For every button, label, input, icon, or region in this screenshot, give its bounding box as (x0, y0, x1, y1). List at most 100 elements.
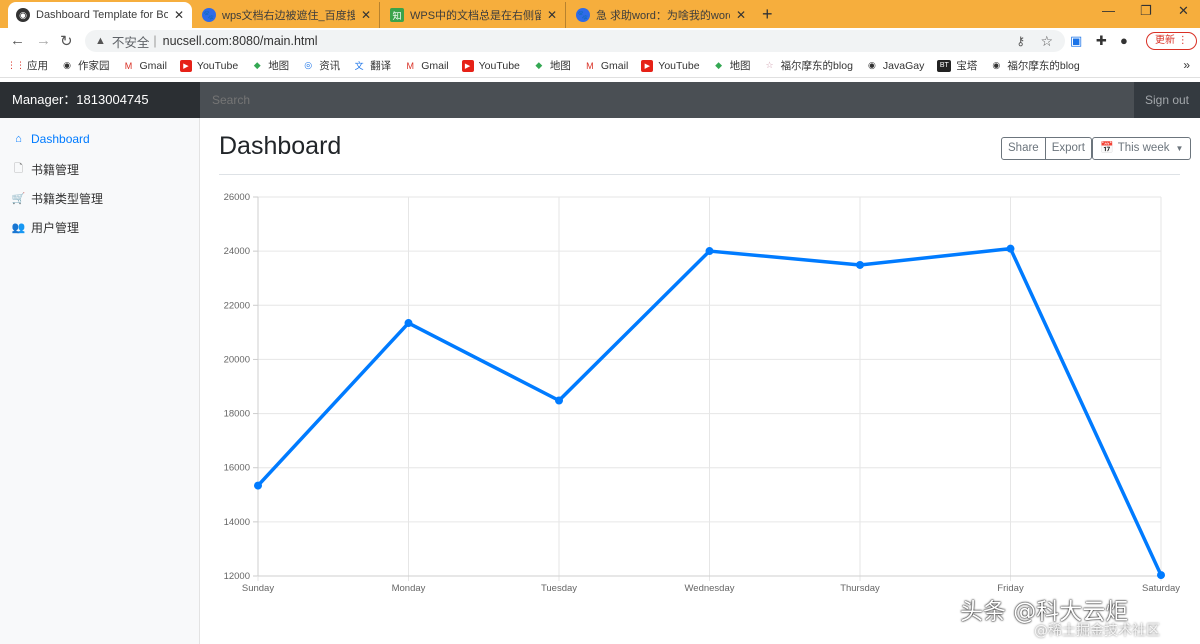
bookmark-item[interactable]: ◆ 地图 (251, 58, 289, 73)
close-window-icon[interactable]: ✕ (1178, 3, 1189, 19)
update-button[interactable]: 更新 ⋮ (1146, 32, 1197, 50)
bookmark-item[interactable]: ▶ YouTube (641, 59, 700, 72)
brand[interactable]: Manager：1813004745 (0, 82, 200, 118)
browser-tab-strip: ◉ Dashboard Template for Boot ✕ 🐾 wps文档右… (0, 0, 1200, 28)
new-tab-button[interactable]: + (762, 4, 773, 25)
bookmarks-more-button[interactable]: » (1183, 58, 1190, 72)
bookmark-item[interactable]: ◆ 地图 (533, 58, 570, 73)
bookmark-label: 应用 (27, 60, 48, 72)
restore-icon[interactable]: ❐ (1140, 3, 1152, 19)
sidebar-item-books[interactable]: 🗋 书籍管理 (12, 161, 79, 178)
data-point (856, 260, 864, 269)
sidebar-item-label: 用户管理 (31, 221, 80, 235)
divider (219, 174, 1180, 175)
tab-word-help[interactable]: 🐾 急 求助word：为啥我的word打 ✕ (568, 2, 754, 28)
bookmark-item[interactable]: 文翻译 (353, 58, 392, 73)
globe-icon: ◉ (16, 8, 30, 22)
bookmarks-bar: ⋮⋮ 应用 ◉ 作家园 M Gmail ▶ YouTube ◆ 地图 ◎ 资讯文翻译 M Gmail ▶ Yo… (0, 54, 1200, 78)
youtube-icon: ▶ (641, 59, 654, 72)
app-navbar: Manager：1813004745 Sign out (0, 82, 1200, 118)
star-icon[interactable]: ☆ (1040, 33, 1053, 50)
profile-icon[interactable]: ● (1120, 33, 1128, 48)
y-tick-label: 24000 (224, 246, 250, 257)
bookmark-label: Gmail (600, 59, 629, 72)
bookmark-item[interactable]: ⋮⋮ 应用 (7, 58, 48, 73)
line-chart: 12000 14000 16000 18000 20000 22000 24000 26000… (200, 188, 1200, 644)
bookmark-item[interactable]: M Gmail (404, 60, 448, 72)
close-icon[interactable]: ✕ (547, 8, 557, 22)
tab-title: wps文档右边被遮住_百度搜索 (222, 10, 355, 22)
tab-dashboard[interactable]: ◉ Dashboard Template for Boot ✕ (8, 2, 192, 28)
bookmark-item[interactable]: ◎ 资讯 (302, 58, 340, 73)
apps-grid-icon: ⋮⋮ (7, 60, 25, 70)
warning-icon: ▲ (95, 35, 106, 47)
tab-title: Dashboard Template for Boot (36, 9, 168, 21)
sidebar-item-users[interactable]: 👥 用户管理 (12, 219, 79, 236)
translate-icon: 文 (354, 61, 364, 71)
reload-icon[interactable]: ↻ (60, 32, 73, 50)
gmail-icon: M (586, 60, 594, 71)
blog-icon: ☆ (765, 60, 774, 70)
x-tick-label: Tuesday (541, 583, 577, 594)
url-text[interactable]: nucsell.com:8080/main.html (163, 34, 318, 48)
search-input[interactable] (200, 82, 1134, 118)
forward-arrow-icon[interactable]: → (36, 32, 51, 49)
bookmark-item[interactable]: M Gmail (584, 60, 628, 72)
close-icon[interactable]: ✕ (361, 8, 371, 22)
watermark-subtext: @稀土掘金技术社区 (1034, 623, 1160, 639)
sign-out-link[interactable]: Sign out (1134, 82, 1200, 118)
bookmark-label: 福尔摩东的blog (780, 60, 853, 72)
extension-icon[interactable]: ▣ (1070, 33, 1082, 49)
calendar-icon: 📅 (1100, 142, 1114, 154)
divider: | (153, 34, 157, 48)
update-label: 更新 (1155, 35, 1175, 46)
date-range-dropdown[interactable]: 📅 This week ▼ (1092, 137, 1192, 160)
bookmark-item[interactable]: ☆ 福尔摩东的blog (764, 58, 853, 73)
bookmark-item[interactable]: ◆ 地图 (713, 58, 750, 73)
bookmark-item[interactable]: ◉ 福尔摩东的blog (990, 58, 1079, 73)
x-tick-label: Saturday (1142, 583, 1180, 594)
zhidao-icon: 知 (390, 8, 404, 22)
x-tick-label: Wednesday (685, 583, 735, 594)
bookmark-item[interactable]: ◉ 作家园 (61, 58, 109, 73)
bookmark-item[interactable]: ▶ YouTube (179, 59, 239, 72)
key-icon[interactable]: ⚷ (1016, 34, 1025, 48)
bookmark-item[interactable]: ▶ YouTube (461, 59, 520, 72)
sidebar-item-label: 书籍管理 (31, 163, 80, 177)
puzzle-icon[interactable]: ✚ (1096, 33, 1107, 49)
bookmark-label: Gmail (421, 59, 449, 72)
bookmark-item[interactable]: BT 宝塔 (937, 58, 977, 73)
home-icon: ⌂ (15, 133, 22, 145)
x-tick-label: Thursday (840, 583, 880, 594)
gmail-icon: M (124, 60, 133, 71)
sidebar-item-label: 书籍类型管理 (31, 192, 104, 206)
data-point (254, 481, 262, 490)
data-point (1006, 244, 1015, 253)
cart-icon: 🛒 (11, 193, 26, 205)
close-icon[interactable]: ✕ (736, 8, 746, 22)
minimize-icon[interactable]: — (1102, 3, 1115, 18)
page-title: Dashboard (219, 132, 342, 160)
y-tick-label: 22000 (224, 300, 250, 311)
tab-baidu-search[interactable]: 🐾 wps文档右边被遮住_百度搜索 ✕ (194, 2, 380, 28)
bookmark-item[interactable]: M Gmail (123, 60, 167, 72)
y-tick-label: 14000 (224, 517, 250, 528)
bookmark-item[interactable]: ◉ JavaGay (866, 60, 924, 72)
share-button[interactable]: Share (1001, 137, 1046, 160)
bookmark-label: YouTube (196, 59, 239, 72)
chart-svg: 12000 14000 16000 18000 20000 22000 24000 26000… (224, 192, 1181, 594)
tab-wps-question[interactable]: 知 WPS中的文档总是在右侧留下空 ✕ (382, 2, 566, 28)
sidebar-item-label: Dashboard (31, 132, 90, 146)
close-icon[interactable]: ✕ (174, 8, 184, 22)
data-point (1157, 571, 1165, 580)
bookmark-label: 宝塔 (956, 60, 978, 72)
globe-icon: ◉ (867, 60, 876, 70)
bookmark-label: YouTube (478, 59, 520, 72)
sidebar-item-book-types[interactable]: 🛒 书籍类型管理 (12, 190, 103, 207)
address-bar[interactable]: ▲ 不安全 | nucsell.com:8080/main.html ⚷ ☆ (85, 30, 1065, 52)
export-button[interactable]: Export (1045, 137, 1092, 160)
bookmark-label: Gmail (139, 59, 167, 72)
data-point (555, 396, 563, 405)
back-arrow-icon[interactable]: ← (10, 32, 25, 49)
sidebar-item-dashboard[interactable]: ⌂ Dashboard (12, 132, 90, 146)
